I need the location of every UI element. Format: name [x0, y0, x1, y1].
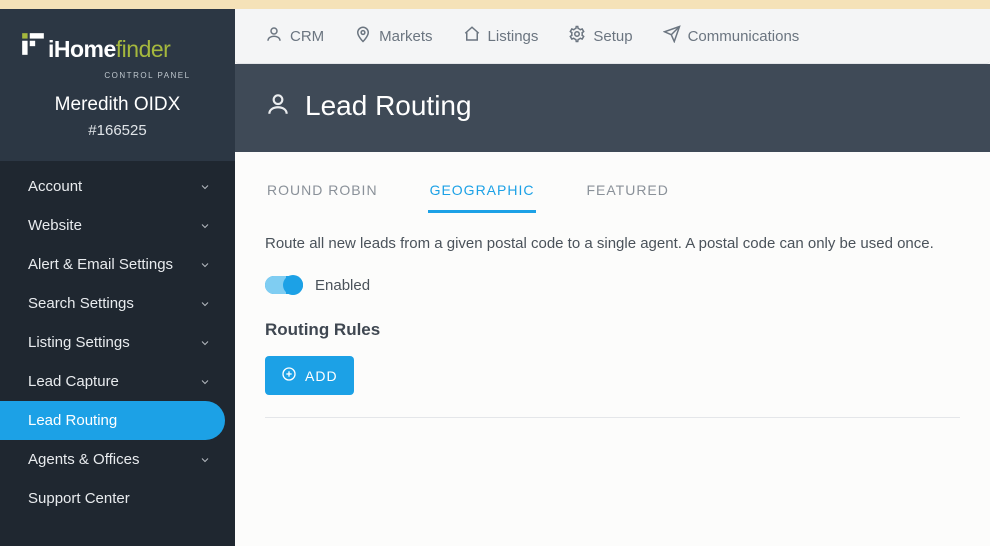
brand-name-strong: iHome: [48, 36, 116, 63]
tab-round-robin[interactable]: ROUND ROBIN: [265, 176, 380, 212]
enabled-toggle-row: Enabled: [265, 276, 960, 294]
sidebar-item-label: Support Center: [28, 490, 130, 507]
app-root: iHomefinder CONTROL PANEL Meredith OIDX …: [0, 9, 990, 546]
topnav-label: Listings: [488, 28, 539, 45]
add-button[interactable]: ADD: [265, 356, 354, 395]
sidebar-item-label: Account: [28, 178, 82, 195]
sidebar-item-account[interactable]: Account: [0, 167, 235, 206]
plus-circle-icon: [281, 366, 297, 385]
gear-icon: [568, 25, 586, 47]
person-icon: [265, 91, 291, 122]
sidebar-item-alert-email[interactable]: Alert & Email Settings: [0, 245, 235, 284]
topnav-communications[interactable]: Communications: [653, 19, 810, 53]
enabled-toggle[interactable]: [265, 276, 303, 294]
sidebar-item-label: Website: [28, 217, 82, 234]
sidebar-item-search-settings[interactable]: Search Settings: [0, 284, 235, 323]
top-nav: CRM Markets Listings Setup Communication…: [235, 9, 990, 64]
brand-name-light: finder: [116, 36, 171, 63]
chevron-down-icon: [197, 452, 213, 468]
brand-logo-icon: [20, 31, 46, 57]
divider: [265, 417, 960, 418]
sidebar: iHomefinder CONTROL PANEL Meredith OIDX …: [0, 9, 235, 546]
person-icon: [265, 25, 283, 47]
sidebar-item-listing-settings[interactable]: Listing Settings: [0, 323, 235, 362]
chevron-down-icon: [197, 374, 213, 390]
topnav-setup[interactable]: Setup: [558, 19, 642, 53]
topnav-label: Markets: [379, 28, 432, 45]
enabled-toggle-label: Enabled: [315, 277, 370, 294]
chevron-down-icon: [197, 218, 213, 234]
page-header: Lead Routing: [235, 64, 990, 152]
add-button-label: ADD: [305, 368, 338, 384]
chevron-down-icon: [197, 257, 213, 273]
sidebar-nav: Account Website Alert & Email Settings S…: [0, 161, 235, 546]
chevron-down-icon: [197, 179, 213, 195]
sidebar-item-label: Lead Routing: [28, 412, 117, 429]
sidebar-item-lead-capture[interactable]: Lead Capture: [0, 362, 235, 401]
sidebar-item-label: Listing Settings: [28, 334, 130, 351]
sidebar-item-label: Alert & Email Settings: [28, 256, 173, 273]
tab-featured[interactable]: FEATURED: [584, 176, 670, 212]
chevron-down-icon: [197, 296, 213, 312]
sidebar-item-agents-offices[interactable]: Agents & Offices: [0, 440, 235, 479]
user-id: #166525: [10, 122, 225, 139]
sidebar-item-label: Search Settings: [28, 295, 134, 312]
content: ROUND ROBIN GEOGRAPHIC FEATURED Route al…: [235, 152, 990, 546]
topnav-label: CRM: [290, 28, 324, 45]
tabs: ROUND ROBIN GEOGRAPHIC FEATURED: [265, 176, 960, 213]
routing-rules-title: Routing Rules: [265, 320, 960, 340]
topnav-crm[interactable]: CRM: [255, 19, 334, 53]
brand-subtitle: CONTROL PANEL: [0, 71, 235, 80]
tab-geographic[interactable]: GEOGRAPHIC: [428, 176, 537, 213]
home-icon: [463, 25, 481, 47]
sidebar-item-website[interactable]: Website: [0, 206, 235, 245]
topnav-label: Setup: [593, 28, 632, 45]
topnav-label: Communications: [688, 28, 800, 45]
topnav-markets[interactable]: Markets: [344, 19, 442, 53]
page-title: Lead Routing: [305, 90, 472, 122]
send-icon: [663, 25, 681, 47]
sidebar-item-label: Agents & Offices: [28, 451, 139, 468]
sidebar-item-lead-routing[interactable]: Lead Routing: [0, 401, 225, 440]
sidebar-item-support-center[interactable]: Support Center: [0, 479, 235, 518]
tab-description: Route all new leads from a given postal …: [265, 235, 960, 252]
sidebar-item-label: Lead Capture: [28, 373, 119, 390]
main: CRM Markets Listings Setup Communication…: [235, 9, 990, 546]
browser-top-band: [0, 0, 990, 9]
chevron-down-icon: [197, 335, 213, 351]
pin-icon: [354, 25, 372, 47]
brand: iHomefinder: [0, 9, 235, 73]
topnav-listings[interactable]: Listings: [453, 19, 549, 53]
brand-block: iHomefinder CONTROL PANEL: [0, 9, 235, 80]
user-block: Meredith OIDX #166525: [0, 80, 235, 161]
user-name: Meredith OIDX: [10, 94, 225, 116]
